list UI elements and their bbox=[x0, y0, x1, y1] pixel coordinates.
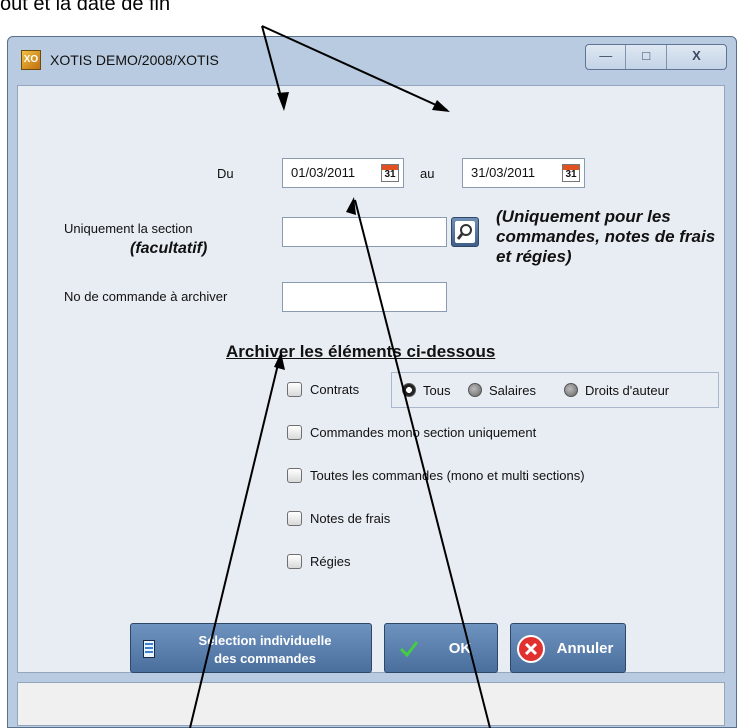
window-title: XOTIS DEMO/2008/XOTIS bbox=[50, 52, 219, 68]
magnifier-icon bbox=[455, 221, 475, 243]
selection-button-line1: Sélection individuelle bbox=[198, 633, 332, 648]
ok-button[interactable]: OK bbox=[384, 623, 498, 673]
notes-frais-label: Notes de frais bbox=[310, 511, 391, 526]
section-note: (Uniquement pour les commandes, notes de… bbox=[496, 207, 716, 266]
checkmark-icon bbox=[399, 641, 419, 658]
archive-dialog-window: XO XOTIS DEMO/2008/XOTIS — □ X Du 01/03/… bbox=[7, 36, 737, 728]
radio-droits-auteur-label: Droits d'auteur bbox=[585, 383, 670, 398]
section-search-button[interactable] bbox=[451, 217, 479, 247]
selection-button-line2: des commandes bbox=[214, 651, 316, 666]
minimize-button[interactable]: — bbox=[586, 45, 627, 69]
date-to-value: 31/03/2011 bbox=[471, 165, 536, 180]
regies-label: Régies bbox=[310, 554, 351, 569]
status-bar bbox=[17, 682, 725, 726]
radio-salaires-label: Salaires bbox=[489, 383, 536, 398]
au-label: au bbox=[420, 166, 435, 181]
cancel-x-icon bbox=[517, 635, 545, 663]
annotation-text: out et la date de fin bbox=[0, 0, 171, 15]
commandes-mono-label: Commandes mono section uniquement bbox=[310, 425, 537, 440]
maximize-button[interactable]: □ bbox=[626, 45, 667, 69]
notes-frais-checkbox[interactable] bbox=[287, 511, 302, 526]
ok-button-label: OK bbox=[448, 640, 472, 657]
date-to-field[interactable]: 31/03/2011 31 bbox=[462, 158, 585, 188]
toutes-commandes-label: Toutes les commandes (mono et multi sect… bbox=[310, 468, 585, 483]
radio-salaires[interactable] bbox=[468, 383, 482, 397]
toutes-commandes-checkbox[interactable] bbox=[287, 468, 302, 483]
dialog-client-area: Du 01/03/2011 31 au 31/03/2011 31 Unique… bbox=[17, 85, 725, 673]
archive-section-title: Archiver les éléments ci-dessous bbox=[226, 342, 496, 361]
list-icon bbox=[143, 640, 155, 658]
radio-tous[interactable] bbox=[402, 383, 416, 397]
title-bar[interactable]: XO XOTIS DEMO/2008/XOTIS — □ X bbox=[8, 37, 736, 85]
order-number-label: No de commande à archiver bbox=[64, 289, 228, 304]
window-controls: — □ X bbox=[585, 44, 727, 70]
section-optional-label: (facultatif) bbox=[130, 240, 208, 257]
calendar-icon[interactable]: 31 bbox=[381, 164, 399, 182]
section-label: Uniquement la section bbox=[64, 221, 193, 236]
radio-droits-auteur[interactable] bbox=[564, 383, 578, 397]
contrats-type-radio-group: Tous Salaires Droits d'auteur bbox=[391, 372, 719, 408]
order-number-input[interactable] bbox=[282, 282, 447, 312]
annuler-button-label: Annuler bbox=[556, 640, 614, 657]
selection-individuelle-button[interactable]: Sélection individuelle des commandes bbox=[130, 623, 372, 673]
radio-tous-label: Tous bbox=[423, 383, 451, 398]
close-button[interactable]: X bbox=[667, 45, 726, 69]
contrats-label: Contrats bbox=[310, 382, 360, 397]
regies-checkbox[interactable] bbox=[287, 554, 302, 569]
date-from-value: 01/03/2011 bbox=[291, 165, 356, 180]
commandes-mono-checkbox[interactable] bbox=[287, 425, 302, 440]
contrats-checkbox[interactable] bbox=[287, 382, 302, 397]
calendar-icon[interactable]: 31 bbox=[562, 164, 580, 182]
section-input[interactable] bbox=[282, 217, 447, 247]
app-icon: XO bbox=[21, 50, 41, 70]
du-label: Du bbox=[217, 166, 234, 181]
date-from-field[interactable]: 01/03/2011 31 bbox=[282, 158, 404, 188]
annuler-button[interactable]: Annuler bbox=[510, 623, 626, 673]
